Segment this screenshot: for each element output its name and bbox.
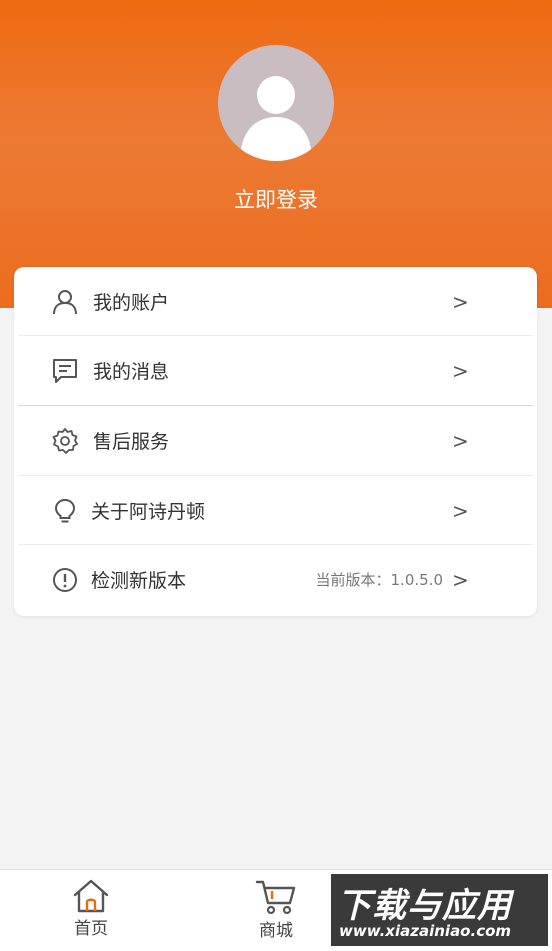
watermark-title: 下载与应用 (337, 886, 512, 926)
avatar[interactable] (218, 45, 334, 161)
menu-item-about[interactable]: 关于阿诗丹顿 > (14, 476, 537, 545)
login-link[interactable]: 立即登录 (0, 184, 552, 214)
profile-header: 立即登录 (0, 0, 552, 308)
lightbulb-icon (52, 498, 78, 524)
menu-item-label: 关于阿诗丹顿 (91, 501, 206, 523)
menu-item-label: 我的账户 (93, 292, 170, 314)
chevron-right-icon: > (452, 428, 469, 453)
home-icon (73, 879, 109, 913)
menu-item-after-sales[interactable]: 售后服务 > (14, 406, 537, 475)
menu-item-label: 我的消息 (93, 361, 170, 383)
info-icon (52, 567, 78, 593)
tab-label: 首页 (74, 919, 108, 939)
chevron-right-icon: > (452, 358, 469, 383)
cart-icon (255, 880, 296, 915)
chevron-right-icon: > (452, 567, 469, 592)
gear-icon (52, 427, 78, 454)
menu-card: 我的账户 > 我的消息 > 售后服务 > 关于阿诗丹顿 > 检测新版本 当前版本… (14, 267, 537, 616)
menu-item-my-account[interactable]: 我的账户 > (14, 267, 537, 336)
tab-mall[interactable]: 商城 (226, 870, 326, 951)
message-icon (52, 358, 78, 384)
menu-item-label: 检测新版本 (91, 570, 187, 592)
chevron-right-icon: > (452, 289, 469, 314)
chevron-right-icon: > (452, 498, 469, 523)
menu-item-check-update[interactable]: 检测新版本 当前版本：1.0.5.0 > (14, 545, 537, 614)
watermark-url: www.xiazainiao.com (339, 922, 512, 940)
tab-label: 商城 (259, 921, 293, 941)
user-icon (52, 289, 78, 315)
current-version-text: 当前版本：1.0.5.0 (315, 571, 443, 589)
tab-home[interactable]: 首页 (41, 870, 141, 951)
watermark: 下载与应用 www.xiazainiao.com (331, 874, 548, 946)
menu-item-my-messages[interactable]: 我的消息 > (14, 336, 537, 405)
user-avatar-icon (240, 76, 312, 161)
menu-item-label: 售后服务 (93, 431, 170, 453)
